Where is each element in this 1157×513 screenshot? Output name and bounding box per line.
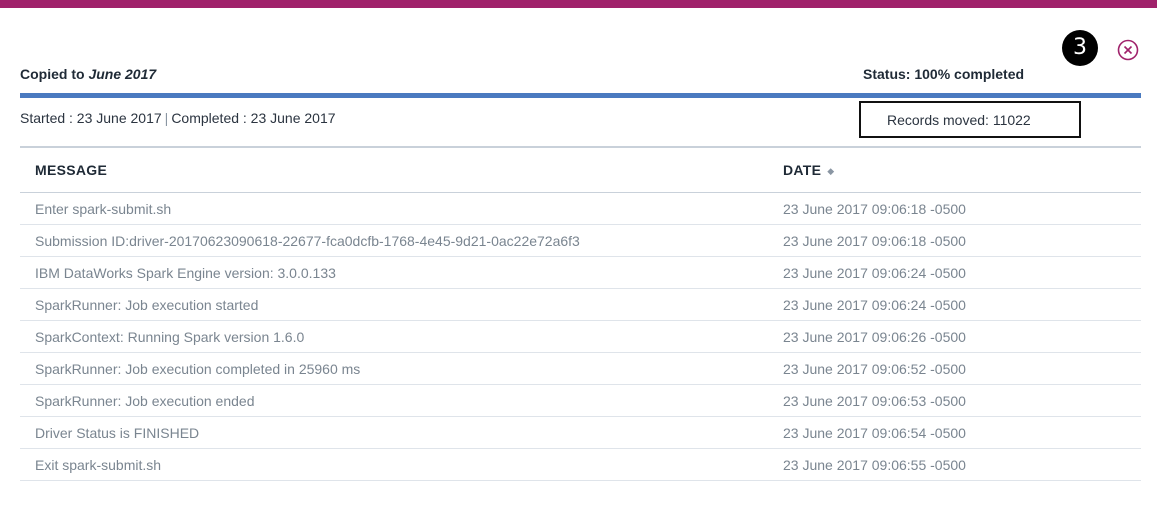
table-row: SparkRunner: Job execution ended 23 June … (20, 384, 1141, 417)
copied-target: June 2017 (88, 66, 157, 82)
copied-prefix: Copied to (20, 66, 85, 82)
log-table: MESSAGE DATE ◆ Enter spark-submit.sh 23 Ju… (20, 148, 1141, 481)
date-cell: 23 June 2017 09:06:54 -0500 (783, 416, 1141, 449)
run-info: Started : 23 June 2017 | Completed : 23 Ju… (20, 110, 336, 126)
close-circle-icon (1117, 39, 1139, 61)
date-cell: 23 June 2017 09:06:24 -0500 (783, 256, 1141, 289)
records-moved-box: Records moved: 11022 (859, 101, 1081, 138)
date-cell: 23 June 2017 09:06:53 -0500 (783, 384, 1141, 417)
started-date: Started : 23 June 2017 (20, 110, 162, 126)
progress-bar (20, 93, 1141, 98)
date-cell: 23 June 2017 09:06:24 -0500 (783, 288, 1141, 321)
message-cell: SparkContext: Running Spark version 1.6.… (20, 320, 783, 353)
panel-header: Copied to June 2017 Status: 100% complet… (20, 64, 1141, 86)
copied-to-label: Copied to June 2017 (20, 66, 156, 82)
table-row: SparkContext: Running Spark version 1.6.… (20, 320, 1141, 353)
table-row: Submission ID:driver-20170623090618-2267… (20, 224, 1141, 257)
message-cell: SparkRunner: Job execution ended (20, 384, 783, 417)
column-header-date-label: DATE (783, 162, 822, 178)
message-cell: SparkRunner: Job execution completed in … (20, 352, 783, 385)
column-header-date[interactable]: DATE ◆ (783, 148, 1141, 193)
progress-bar-fill (20, 93, 1141, 98)
message-cell: IBM DataWorks Spark Engine version: 3.0.… (20, 256, 783, 289)
message-cell: Exit spark-submit.sh (20, 448, 783, 481)
date-cell: 23 June 2017 09:06:18 -0500 (783, 224, 1141, 257)
table-row: SparkRunner: Job execution started 23 Jun… (20, 288, 1141, 321)
job-details-panel: Copied to June 2017 Status: 100% complet… (20, 0, 1141, 513)
close-button[interactable] (1117, 39, 1139, 61)
sort-icon[interactable]: ◆ (827, 166, 834, 177)
message-cell: Submission ID:driver-20170623090618-2267… (20, 224, 783, 257)
table-row: Enter spark-submit.sh 23 June 2017 09:06:… (20, 192, 1141, 225)
date-cell: 23 June 2017 09:06:52 -0500 (783, 352, 1141, 385)
column-header-message: MESSAGE (20, 148, 783, 193)
table-row: Driver Status is FINISHED 23 June 2017 09… (20, 416, 1141, 449)
records-moved-text: Records moved: 11022 (887, 112, 1031, 128)
status-text: Status: 100% completed (863, 66, 1025, 82)
completed-date: Completed : 23 June 2017 (171, 110, 336, 126)
column-header-message-label: MESSAGE (35, 162, 108, 178)
message-cell: Enter spark-submit.sh (20, 192, 783, 225)
log-table-container: MESSAGE DATE ◆ Enter spark-submit.sh 23 Ju… (20, 146, 1141, 481)
message-cell: Driver Status is FINISHED (20, 416, 783, 449)
step-number-badge: 3 (1062, 30, 1098, 66)
date-cell: 23 June 2017 09:06:18 -0500 (783, 192, 1141, 225)
message-cell: SparkRunner: Job execution started (20, 288, 783, 321)
info-separator: | (164, 110, 169, 126)
table-header-row: MESSAGE DATE ◆ (20, 148, 1141, 193)
date-cell: 23 June 2017 09:06:55 -0500 (783, 448, 1141, 481)
log-table-body: Enter spark-submit.sh 23 June 2017 09:06:… (20, 192, 1141, 481)
table-row: Exit spark-submit.sh 23 June 2017 09:06:5… (20, 448, 1141, 481)
table-row: SparkRunner: Job execution completed in … (20, 352, 1141, 385)
date-cell: 23 June 2017 09:06:26 -0500 (783, 320, 1141, 353)
table-row: IBM DataWorks Spark Engine version: 3.0.… (20, 256, 1141, 289)
